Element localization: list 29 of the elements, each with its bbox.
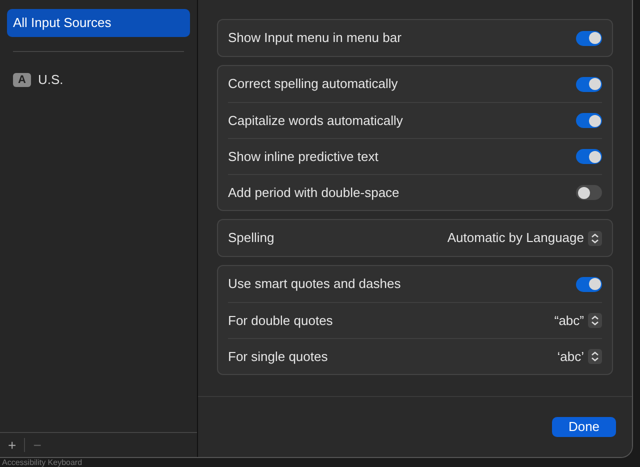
toggle-switch[interactable] bbox=[576, 276, 602, 292]
setting-label: Show inline predictive text bbox=[228, 148, 378, 166]
popup-menu[interactable]: ‘abc’ bbox=[557, 346, 602, 366]
setting-label: For single quotes bbox=[228, 348, 328, 366]
toggle-switch[interactable] bbox=[576, 30, 602, 46]
background-label: Accessibility Keyboard bbox=[2, 458, 82, 467]
setting-label: Capitalize words automatically bbox=[228, 112, 403, 130]
popup-menu[interactable]: “abc” bbox=[554, 310, 602, 330]
toggle-switch[interactable] bbox=[576, 149, 602, 164]
done-button[interactable]: Done bbox=[552, 417, 616, 437]
setting-label: Correct spelling automatically bbox=[228, 75, 398, 94]
keyboard-badge: A bbox=[13, 73, 31, 87]
popup-menu[interactable]: Automatic by Language bbox=[447, 228, 602, 248]
setting-label: Show Input menu in menu bar bbox=[228, 29, 402, 48]
setting-label: For double quotes bbox=[228, 312, 333, 330]
sidebar-label: All Input Sources bbox=[13, 14, 112, 32]
setting-label: Spelling bbox=[228, 229, 274, 248]
sidebar-item[interactable]: A U.S. bbox=[7, 66, 190, 94]
setting-label: Use smart quotes and dashes bbox=[228, 275, 401, 294]
add-button[interactable]: + bbox=[6, 434, 18, 456]
setting-label: Add period with double-space bbox=[228, 184, 400, 202]
stepper-icon bbox=[588, 230, 602, 246]
sidebar-item[interactable]: All Input Sources bbox=[7, 9, 190, 37]
stepper-icon bbox=[588, 313, 602, 328]
toggle-switch[interactable] bbox=[576, 185, 602, 200]
toggle-switch[interactable] bbox=[576, 113, 602, 128]
toggle-switch[interactable] bbox=[576, 76, 602, 92]
stepper-icon bbox=[588, 349, 602, 364]
sidebar-label: U.S. bbox=[38, 71, 64, 90]
